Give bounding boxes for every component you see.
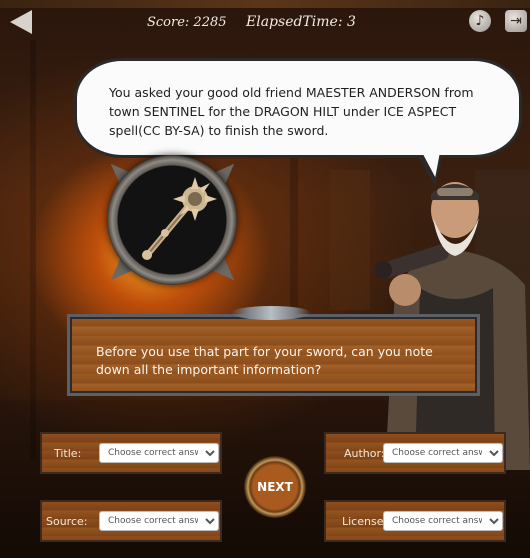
author-select[interactable]: Choose correct answer: [383, 443, 503, 463]
elapsed-time-display: ElapsedTime: 3: [246, 14, 356, 30]
title-field: Title: Choose correct answer: [40, 432, 222, 474]
music-note-icon[interactable]: ♪: [469, 10, 491, 32]
next-button[interactable]: NEXT: [244, 456, 306, 518]
exit-door-icon[interactable]: ⇥: [505, 10, 527, 32]
background-plank: [30, 40, 36, 460]
dialogue-text: You asked your good old friend MAESTER A…: [109, 85, 474, 138]
score-display: Score: 2285: [147, 15, 227, 30]
source-field: Source: Choose correct answer: [40, 500, 222, 542]
back-arrow-icon[interactable]: [10, 10, 32, 34]
background-shelf: [330, 170, 370, 310]
source-label: Source:: [46, 515, 88, 528]
ceiling-beam: [0, 0, 530, 8]
background-plank: [290, 150, 298, 320]
question-panel: Before you use that part for your sword,…: [67, 314, 480, 396]
speech-bubble: You asked your good old friend MAESTER A…: [74, 58, 522, 158]
game-scene: Score: 2285 ElapsedTime: 3 ♪ ⇥ You asked…: [0, 0, 530, 558]
title-label: Title:: [54, 447, 82, 460]
item-medallion: [107, 155, 237, 285]
question-text: Before you use that part for your sword,…: [96, 344, 433, 377]
license-label: License:: [342, 515, 388, 528]
source-select[interactable]: Choose correct answer: [99, 511, 219, 531]
panel-ornament: [231, 306, 311, 320]
author-label: Author:: [344, 447, 385, 460]
mace-hilt-icon: [142, 177, 217, 260]
title-select[interactable]: Choose correct answer: [99, 443, 219, 463]
license-select[interactable]: Choose correct answer: [383, 511, 503, 531]
license-field: License: Choose correct answer: [324, 500, 506, 542]
author-field: Author: Choose correct answer: [324, 432, 506, 474]
